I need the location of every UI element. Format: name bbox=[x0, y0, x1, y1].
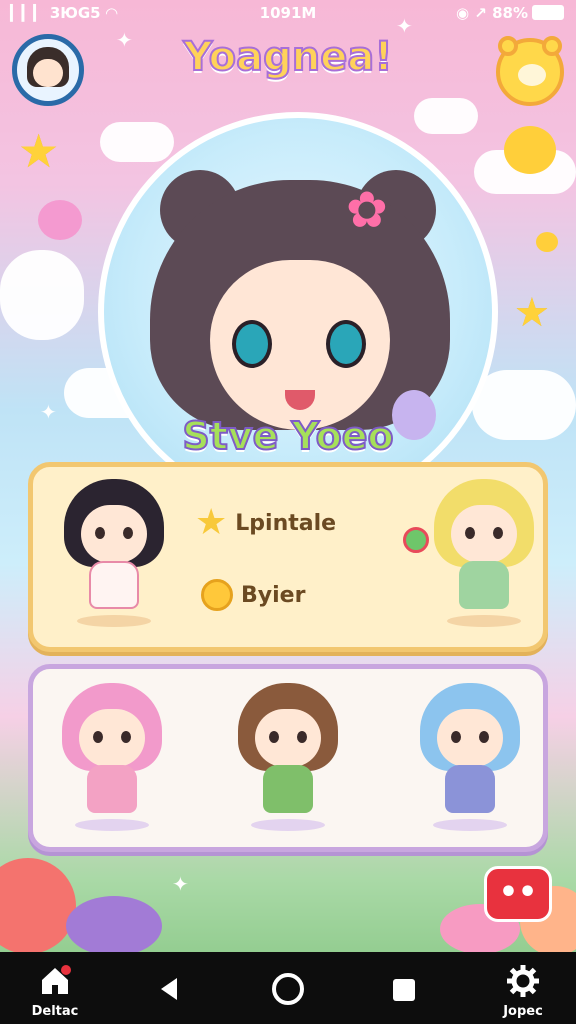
character-outfit bbox=[263, 765, 313, 813]
character-face bbox=[437, 709, 503, 767]
character-blue-hair[interactable] bbox=[415, 683, 525, 833]
character-brown-hair[interactable] bbox=[233, 683, 343, 833]
gear-icon bbox=[507, 965, 539, 997]
character-outfit bbox=[87, 765, 137, 813]
chat-button[interactable]: •• bbox=[484, 866, 552, 922]
bear-menu-button[interactable] bbox=[496, 36, 564, 106]
character-outfit bbox=[89, 561, 139, 609]
strawberry-decoration bbox=[0, 858, 76, 954]
bow-icon: ✿ bbox=[346, 181, 388, 239]
character-face bbox=[79, 709, 145, 767]
nav-settings[interactable]: Jopec bbox=[490, 952, 556, 1024]
character-face bbox=[81, 505, 147, 563]
character-blonde-hair[interactable] bbox=[429, 479, 539, 629]
nav-bar: Deltac Jopec bbox=[0, 952, 576, 1024]
star-icon: ★ bbox=[18, 124, 60, 178]
star-icon: ★ bbox=[514, 290, 550, 336]
magic-wand-icon bbox=[403, 527, 429, 553]
nav-home-label: Deltac bbox=[31, 1004, 79, 1019]
character-black-hair[interactable] bbox=[59, 479, 169, 629]
battery-status: ◉ ↗ 88% bbox=[456, 4, 564, 22]
back-icon bbox=[161, 978, 177, 1000]
character-eye bbox=[297, 731, 307, 743]
status-bar: ▎▎▎ 3ЮG5 ◠ 1091M ◉ ↗ 88% bbox=[0, 0, 576, 28]
character-eye bbox=[121, 731, 131, 743]
character-shadow bbox=[433, 819, 507, 831]
character-shadow bbox=[75, 819, 149, 831]
nav-home-circle[interactable] bbox=[266, 952, 310, 1024]
character-shadow bbox=[447, 615, 521, 627]
cloud bbox=[414, 98, 478, 134]
bear-sticker-icon bbox=[536, 232, 558, 252]
cloud bbox=[0, 250, 84, 340]
character-eye bbox=[493, 527, 503, 539]
home-circle-icon bbox=[272, 973, 304, 1005]
character-eye bbox=[465, 527, 475, 539]
hero-eye bbox=[326, 320, 366, 368]
nav-recents[interactable] bbox=[384, 952, 424, 1024]
nav-back[interactable] bbox=[150, 952, 190, 1024]
character-eye bbox=[451, 731, 461, 743]
menu-item-label: Byier bbox=[241, 582, 306, 608]
star-icon: ★ bbox=[195, 502, 228, 543]
character-eye bbox=[123, 527, 133, 539]
sparkle-icon: ✦ bbox=[172, 872, 189, 896]
bear-ear bbox=[542, 36, 562, 56]
character-face bbox=[451, 505, 517, 563]
character-pink-hair[interactable] bbox=[57, 683, 167, 833]
character-face bbox=[255, 709, 321, 767]
home-icon bbox=[42, 965, 71, 994]
hero-eye bbox=[232, 320, 272, 368]
grape-decoration bbox=[66, 896, 162, 956]
nav-home[interactable]: Deltac bbox=[20, 952, 90, 1024]
character-outfit bbox=[445, 765, 495, 813]
app-title: Yoagnea! bbox=[182, 33, 393, 81]
character-eye bbox=[95, 527, 105, 539]
nav-settings-label: Jopec bbox=[503, 1004, 543, 1019]
character-roster-card bbox=[28, 664, 548, 852]
character-eye bbox=[269, 731, 279, 743]
coin-icon bbox=[201, 579, 233, 611]
character-eye bbox=[93, 731, 103, 743]
character-shadow bbox=[77, 615, 151, 627]
character-eye bbox=[479, 731, 489, 743]
menu-item-label: Lpintale bbox=[235, 510, 337, 536]
feature-card: ★ Lpintale Byier bbox=[28, 462, 548, 652]
character-outfit bbox=[459, 561, 509, 609]
pink-pet-icon bbox=[38, 200, 82, 240]
menu-item-lpintale[interactable]: ★ Lpintale bbox=[195, 505, 336, 541]
bear-face-icon bbox=[518, 64, 546, 86]
bear-ear bbox=[498, 36, 518, 56]
menu-item-byier[interactable]: Byier bbox=[201, 579, 305, 611]
bear-sticker-icon bbox=[504, 126, 556, 174]
hero-subtitle: Stve Yoeo bbox=[181, 413, 394, 459]
battery-icon bbox=[532, 5, 564, 20]
character-shadow bbox=[251, 819, 325, 831]
recents-icon bbox=[393, 979, 415, 1001]
